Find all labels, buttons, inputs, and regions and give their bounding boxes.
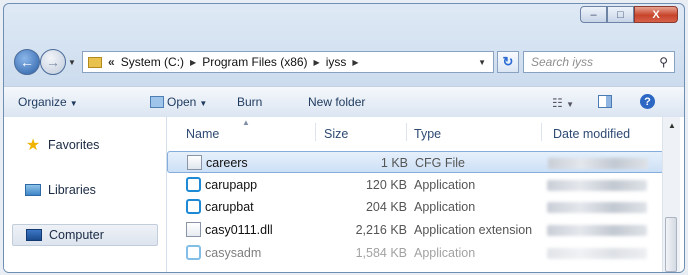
content-area: ★ Favorites Libraries Computer ▲ Name Si…: [4, 117, 684, 272]
sort-ascending-icon: ▲: [242, 118, 250, 127]
nav-item-label: Libraries: [48, 182, 96, 197]
explorer-window: – □ X ← → ▼ « System (C:) ▶ Program File…: [3, 3, 685, 273]
nav-item-computer[interactable]: Computer: [12, 224, 158, 246]
file-type: Application extension: [414, 223, 533, 237]
file-date-redacted: [548, 158, 648, 169]
file-type: Application: [414, 200, 476, 214]
file-name: casy0111.dll: [205, 223, 273, 237]
nav-item-libraries[interactable]: Libraries: [24, 182, 96, 197]
computer-icon: [25, 228, 43, 243]
column-headers: ▲ Name Size Type Date modified: [167, 117, 664, 141]
refresh-icon: ↻: [502, 54, 514, 69]
file-name: careers: [206, 156, 248, 170]
new-folder-button[interactable]: New folder: [308, 95, 365, 109]
caption-buttons: – □ X: [580, 6, 678, 23]
file-row[interactable]: casy0111.dll 2,216 KB Application extens…: [167, 219, 664, 241]
breadcrumb-overflow[interactable]: «: [108, 55, 115, 69]
file-row[interactable]: carupbat 204 KB Application: [167, 196, 664, 218]
help-icon[interactable]: ?: [640, 94, 655, 109]
breadcrumb-separator-icon[interactable]: ▶: [190, 58, 196, 67]
file-date-redacted: [547, 225, 647, 236]
change-view-button[interactable]: ☷ ▼: [552, 96, 574, 110]
forward-arrow-icon: →: [46, 54, 60, 70]
organize-button[interactable]: Organize ▼: [18, 95, 78, 109]
column-divider[interactable]: [315, 123, 316, 141]
file-size: 120 KB: [365, 178, 407, 192]
maximize-button[interactable]: □: [607, 6, 634, 23]
libraries-icon: [24, 182, 42, 197]
cfg-file-icon: [187, 155, 202, 170]
breadcrumb-separator-icon[interactable]: ▶: [314, 58, 320, 67]
file-row[interactable]: casysadm 1,584 KB Application: [167, 242, 664, 264]
breadcrumb-separator-icon[interactable]: ▶: [352, 58, 358, 67]
file-date-redacted: [547, 180, 647, 191]
address-bar[interactable]: « System (C:) ▶ Program Files (x86) ▶ iy…: [82, 51, 494, 73]
chevron-down-icon: ▼: [199, 99, 208, 108]
search-icon[interactable]: ⚲: [659, 55, 674, 69]
chevron-down-icon: ▼: [69, 99, 78, 108]
open-icon: [150, 96, 164, 108]
column-header-size[interactable]: Size: [324, 127, 348, 141]
search-input[interactable]: [529, 54, 653, 70]
file-type: Application: [414, 178, 476, 192]
file-date-redacted: [547, 248, 647, 259]
column-header-name[interactable]: Name: [186, 127, 219, 141]
search-box[interactable]: ⚲: [523, 51, 675, 73]
file-type: CFG File: [415, 156, 465, 170]
address-dropdown-icon[interactable]: ▼: [478, 58, 493, 67]
navigation-pane: ★ Favorites Libraries Computer: [4, 117, 167, 272]
file-size: 204 KB: [365, 200, 407, 214]
refresh-button[interactable]: ↻: [497, 51, 519, 73]
column-divider[interactable]: [406, 123, 407, 141]
recent-pages-dropdown[interactable]: ▼: [68, 58, 76, 67]
open-button[interactable]: Open ▼: [150, 95, 207, 109]
address-row: ← → ▼ « System (C:) ▶ Program Files (x86…: [4, 44, 684, 80]
organize-label: Organize: [18, 95, 67, 109]
burn-button[interactable]: Burn: [237, 95, 262, 109]
back-arrow-icon: ←: [20, 54, 34, 70]
dll-file-icon: [186, 222, 201, 237]
breadcrumb-iyss[interactable]: iyss: [326, 55, 347, 69]
file-size: 1,584 KB: [355, 246, 407, 260]
application-icon: [186, 177, 201, 192]
vertical-scrollbar[interactable]: ▲: [662, 117, 680, 272]
nav-item-favorites[interactable]: ★ Favorites: [24, 136, 100, 154]
breadcrumb-program-files-x86[interactable]: Program Files (x86): [202, 55, 307, 69]
command-bar: Organize ▼ Open ▼ Burn New folder ☷ ▼ ?: [4, 86, 684, 118]
column-header-type[interactable]: Type: [414, 127, 441, 141]
file-row[interactable]: careers 1 KB CFG File: [167, 151, 664, 173]
scrollbar-thumb[interactable]: [665, 217, 677, 272]
open-label: Open: [167, 95, 197, 109]
nav-item-label: Computer: [49, 228, 104, 242]
close-button[interactable]: X: [634, 6, 678, 23]
view-icon: ☷: [552, 96, 563, 110]
file-row[interactable]: carupapp 120 KB Application: [167, 174, 664, 196]
preview-pane-icon[interactable]: [598, 95, 612, 108]
nav-item-label: Favorites: [48, 137, 100, 152]
application-icon: [186, 199, 201, 214]
star-icon: ★: [25, 136, 41, 154]
file-name: carupapp: [205, 178, 258, 192]
column-header-date-modified[interactable]: Date modified: [553, 127, 630, 141]
breadcrumb-system-c[interactable]: System (C:): [121, 55, 184, 69]
file-name: casysadm: [205, 246, 262, 260]
file-size: 2,216 KB: [355, 223, 407, 237]
column-divider[interactable]: [541, 123, 542, 141]
file-type: Application: [414, 246, 476, 260]
scroll-up-icon[interactable]: ▲: [668, 121, 676, 130]
file-date-redacted: [547, 202, 647, 213]
application-icon: [186, 245, 201, 260]
file-name: carupbat: [205, 200, 254, 214]
back-button[interactable]: ←: [14, 49, 40, 75]
chevron-down-icon: ▼: [566, 100, 575, 109]
forward-button[interactable]: →: [40, 49, 66, 75]
folder-icon: [88, 56, 102, 68]
minimize-button[interactable]: –: [580, 6, 607, 23]
file-size: 1 KB: [380, 156, 408, 170]
